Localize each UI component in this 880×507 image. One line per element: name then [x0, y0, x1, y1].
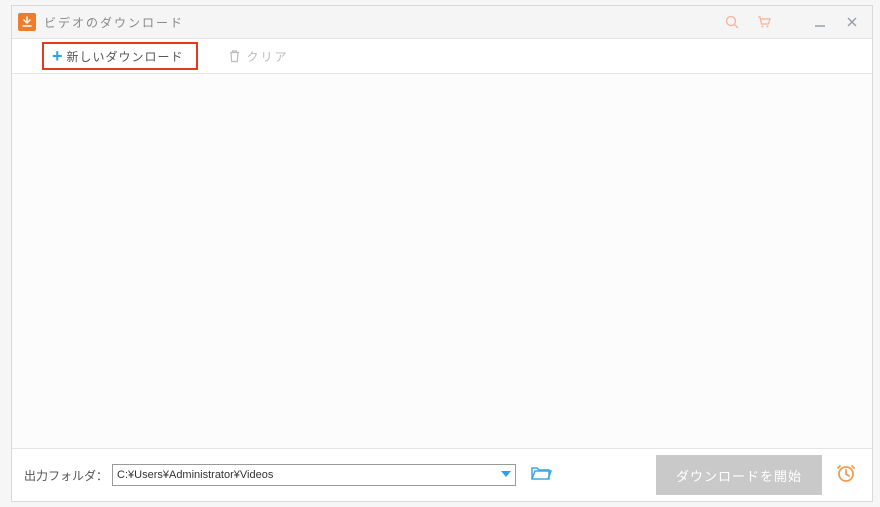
app-icon [18, 13, 36, 31]
schedule-button[interactable] [828, 455, 864, 495]
minimize-icon[interactable] [806, 10, 834, 34]
close-icon[interactable] [838, 10, 866, 34]
start-download-label: ダウンロードを開始 [676, 466, 802, 485]
plus-icon: + [52, 46, 63, 67]
search-icon[interactable] [718, 10, 746, 34]
folder-icon [530, 465, 552, 486]
start-download-button[interactable]: ダウンロードを開始 [656, 455, 822, 495]
clock-icon [835, 462, 857, 489]
clear-button[interactable]: クリア [228, 48, 289, 65]
toolbar: + 新しいダウンロード クリア [12, 38, 872, 74]
output-folder-path: C:¥Users¥Administrator¥Videos [117, 469, 273, 481]
new-download-label: 新しいダウンロード [67, 48, 184, 65]
output-folder-combo[interactable]: C:¥Users¥Administrator¥Videos [112, 464, 516, 486]
window-chrome: ビデオのダウンロード + 新しいダウンロード [11, 5, 873, 502]
clear-label: クリア [247, 48, 289, 65]
trash-icon [228, 49, 241, 63]
app-window: ビデオのダウンロード + 新しいダウンロード [0, 0, 880, 507]
window-title: ビデオのダウンロード [44, 14, 184, 31]
output-folder-label: 出力フォルダ： [24, 467, 108, 484]
new-download-button[interactable]: + 新しいダウンロード [42, 42, 198, 70]
cart-icon[interactable] [750, 10, 778, 34]
chevron-down-icon [501, 469, 511, 481]
titlebar: ビデオのダウンロード [12, 6, 872, 38]
footer: 出力フォルダ： C:¥Users¥Administrator¥Videos ダウ… [12, 448, 872, 501]
open-folder-button[interactable] [530, 465, 552, 486]
download-list-area [12, 74, 872, 448]
